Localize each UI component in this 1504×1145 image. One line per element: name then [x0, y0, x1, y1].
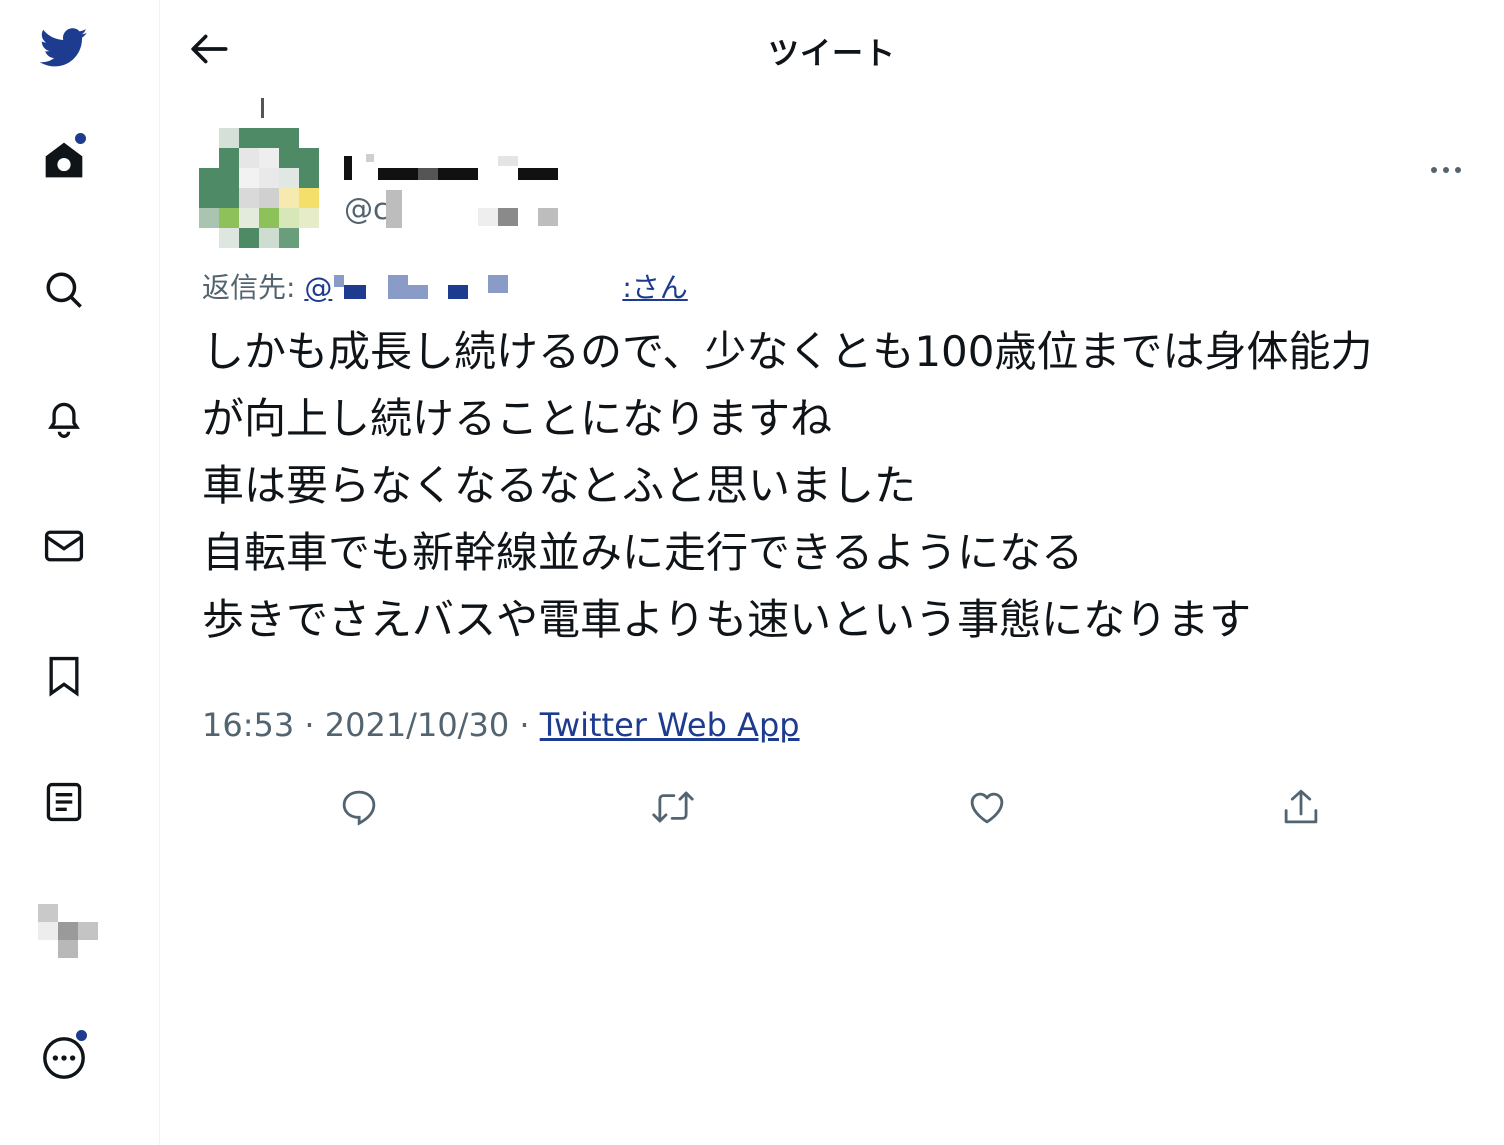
handle-redaction: [498, 208, 518, 226]
handle-redaction: [538, 208, 558, 226]
reply-handle-prefix: @: [304, 271, 333, 304]
notification-dot: [73, 131, 88, 146]
tweet-source-link[interactable]: Twitter Web App: [540, 706, 800, 744]
author-avatar[interactable]: [199, 128, 319, 248]
bookmarks-icon[interactable]: [40, 652, 88, 700]
reply-to-handle-link[interactable]: @ :さん: [304, 271, 687, 304]
reply-to-label: 返信先:: [202, 271, 305, 304]
author-display-name[interactable]: [344, 152, 564, 182]
share-icon: [1284, 789, 1318, 824]
ellipsis-icon: [1431, 167, 1461, 173]
retweet-icon: [652, 791, 694, 823]
author-handle-text: @c: [344, 192, 389, 226]
lists-icon[interactable]: [40, 778, 88, 826]
like-button[interactable]: [962, 782, 1012, 832]
share-button[interactable]: [1276, 782, 1326, 832]
handle-redaction: [386, 190, 402, 228]
author-handle[interactable]: @c: [344, 192, 389, 226]
notification-dot: [74, 1028, 89, 1043]
more-icon[interactable]: [40, 1028, 89, 1082]
tweet-date[interactable]: 2021/10/30: [325, 706, 509, 744]
meta-separator: ·: [294, 706, 325, 744]
tweet-text: しかも成長し続けるので、少なくとも100歳位までは身体能力 が向上し続けることに…: [202, 327, 1373, 644]
explore-icon[interactable]: [40, 266, 88, 314]
reply-handle-redacted: [332, 275, 622, 303]
reply-button[interactable]: [334, 782, 384, 832]
reply-handle-suffix: :さん: [622, 271, 688, 304]
retweet-button[interactable]: [648, 782, 698, 832]
home-icon[interactable]: [40, 131, 88, 184]
thread-line: [261, 98, 264, 118]
meta-separator: ·: [509, 706, 540, 744]
more-options-button[interactable]: [1420, 150, 1472, 190]
notifications-icon[interactable]: [40, 394, 88, 442]
tweet-time[interactable]: 16:53: [202, 706, 294, 744]
tweet-meta: 16:53 · 2021/10/30 · Twitter Web App: [202, 706, 800, 744]
handle-redaction: [478, 208, 498, 226]
reply-to-line: 返信先: @ :さん: [202, 266, 688, 306]
sidebar-nav: [0, 0, 160, 1145]
reply-icon: [342, 790, 376, 826]
profile-avatar[interactable]: [34, 900, 98, 964]
messages-icon[interactable]: [40, 522, 88, 570]
heart-icon: [970, 792, 1004, 824]
twitter-logo-icon[interactable]: [40, 24, 88, 72]
page-title: ツイート: [768, 36, 896, 72]
